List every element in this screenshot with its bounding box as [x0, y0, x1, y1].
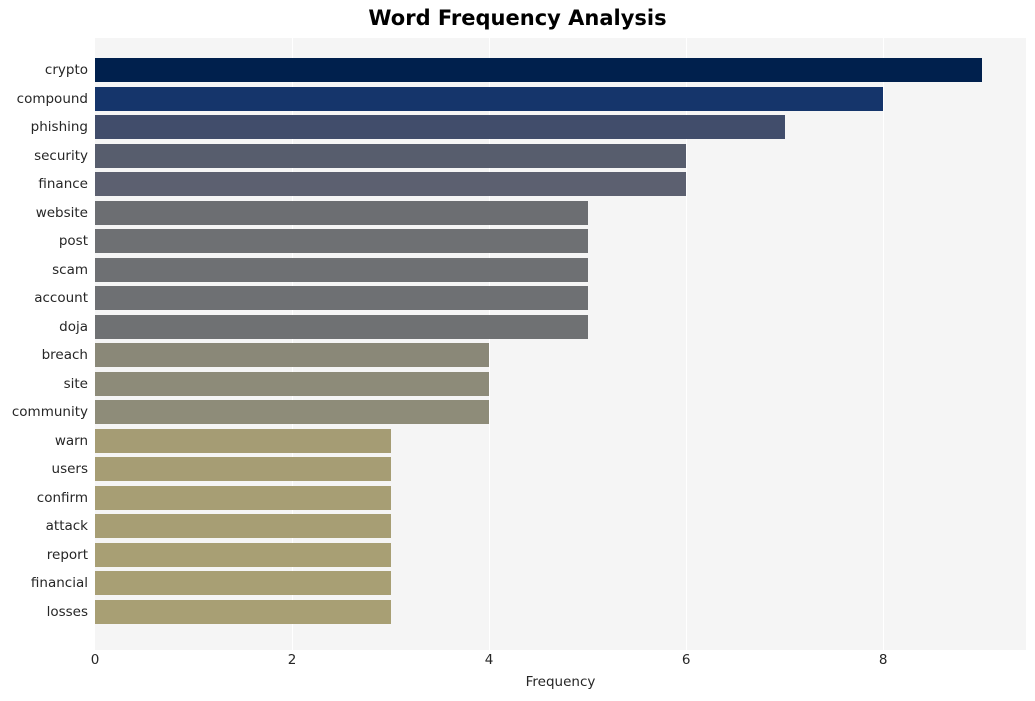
bar — [95, 571, 391, 596]
plot-area — [95, 38, 1026, 650]
y-axis-tick-label: post — [58, 233, 88, 250]
x-axis-tick-label: 8 — [878, 652, 888, 668]
x-axis-tick-label: 0 — [90, 652, 100, 668]
bar — [95, 457, 391, 482]
y-axis-tick-label: scam — [52, 261, 88, 278]
bar — [95, 143, 687, 168]
bar — [95, 428, 391, 453]
gridline — [883, 38, 885, 650]
bar — [95, 172, 687, 197]
y-axis-tick-label: financial — [30, 575, 88, 592]
bar — [95, 86, 884, 111]
y-axis-tick-label: security — [34, 147, 88, 164]
y-axis-tick-label: phishing — [30, 119, 88, 135]
y-axis-tick-label: community — [11, 404, 88, 421]
bar — [95, 371, 490, 396]
y-axis-tick-label: losses — [46, 603, 88, 620]
bar — [95, 58, 982, 82]
bar — [95, 400, 490, 425]
bar — [95, 514, 391, 539]
y-axis-tick-label: crypto — [44, 62, 88, 78]
bar — [95, 229, 588, 254]
bar — [95, 542, 391, 567]
x-axis-title: Frequency — [525, 674, 596, 690]
x-axis-ticks: 0 2 4 6 8 — [0, 652, 1035, 674]
y-axis-tick-label: breach — [41, 347, 88, 364]
y-axis-tick-label: warn — [54, 432, 88, 449]
y-axis-tick-label: site — [63, 375, 88, 392]
y-axis-tick-label: finance — [38, 176, 88, 193]
bar — [95, 257, 588, 282]
y-axis-tick-label: attack — [45, 518, 88, 535]
y-axis-tick-label: website — [35, 204, 88, 221]
x-axis-tick-label: 6 — [681, 652, 691, 668]
y-axis-tick-label: users — [51, 461, 88, 478]
x-axis-tick-label: 4 — [484, 652, 494, 668]
chart-figure: Word Frequency Analysis crypto compound ph… — [0, 0, 1035, 701]
y-axis-tick-label: report — [46, 546, 88, 563]
chart-title: Word Frequency Analysis — [368, 6, 667, 30]
bar — [95, 599, 391, 624]
y-axis-labels: crypto compound phishing security finance web… — [0, 38, 88, 650]
y-axis-tick-label: confirm — [36, 489, 88, 506]
x-axis-tick-label: 2 — [287, 652, 297, 668]
bar — [95, 485, 391, 510]
y-axis-tick-label: doja — [59, 318, 88, 335]
bar — [95, 314, 588, 339]
bar — [95, 343, 490, 368]
bar — [95, 115, 785, 139]
bar — [95, 200, 588, 225]
y-axis-tick-label: account — [34, 290, 88, 307]
bar — [95, 286, 588, 311]
y-axis-tick-label: compound — [16, 90, 88, 107]
